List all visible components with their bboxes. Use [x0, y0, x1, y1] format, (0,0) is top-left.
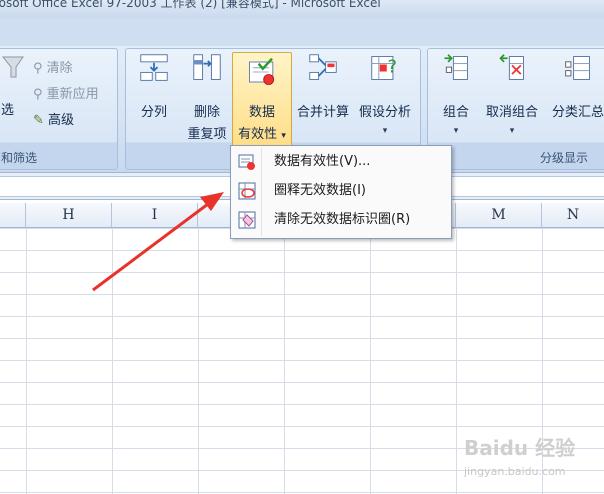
baidu-watermark: Baidu 经验 jingyan.baidu.com: [464, 432, 594, 488]
annotation-arrow: [92, 192, 224, 292]
watermark-url: jingyan.baidu.com: [464, 465, 566, 478]
arrow-shaft: [92, 199, 213, 292]
watermark-logo: Baidu 经验: [464, 436, 576, 460]
